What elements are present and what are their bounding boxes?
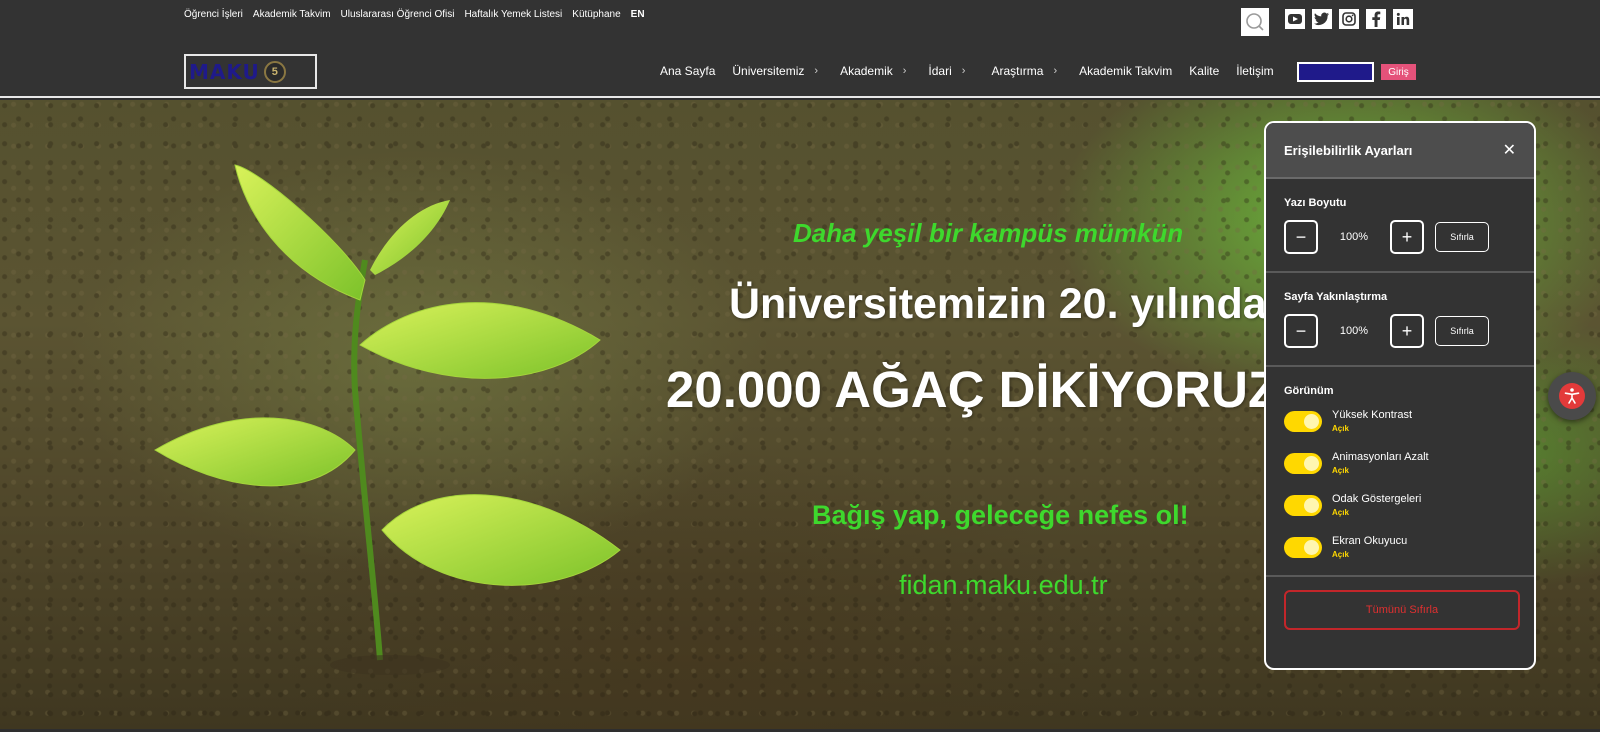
minus-icon: −	[1295, 320, 1307, 341]
instagram-icon[interactable]	[1339, 9, 1359, 29]
accessibility-panel: Erişilebilirlik Ayarları ✕ Yazı Boyutu −…	[1264, 121, 1536, 670]
nav-item-akademik[interactable]: Akademik ›	[840, 64, 906, 78]
accessibility-icon	[1564, 388, 1580, 404]
hero-subtitle: Üniversitemizin 20. yılında	[729, 280, 1267, 328]
top-link-international-office[interactable]: Uluslararası Öğrenci Ofisi	[341, 9, 455, 20]
accessibility-toggle-button[interactable]	[1548, 372, 1596, 420]
top-link-akademik-takvim[interactable]: Akademik Takvim	[253, 9, 331, 20]
panel-footer: Tümünü Sıfırla	[1266, 577, 1534, 643]
high-contrast-toggle[interactable]	[1284, 411, 1322, 432]
nav-item-arastirma[interactable]: Araştırma ›	[991, 64, 1057, 78]
site-logo[interactable]: MAKU 5	[184, 54, 317, 89]
chevron-right-icon: ›	[1053, 65, 1058, 77]
toggle-label: Yüksek Kontrast	[1332, 409, 1413, 421]
toggle-row-reduce-animations: Animasyonları Azalt Açık	[1284, 451, 1516, 475]
hero-title: 20.000 AĞAÇ DİKİYORUZ	[666, 361, 1280, 418]
zoom-increase-button[interactable]: +	[1390, 314, 1424, 348]
hero-url[interactable]: fidan.maku.edu.tr	[899, 570, 1108, 601]
chevron-right-icon: ›	[814, 65, 819, 77]
reduce-animations-toggle[interactable]	[1284, 453, 1322, 474]
twitter-icon[interactable]	[1312, 9, 1332, 29]
close-icon[interactable]: ✕	[1503, 140, 1516, 160]
zoom-decrease-button[interactable]: −	[1284, 314, 1318, 348]
logo-text: MAKU	[189, 59, 260, 84]
nav-item-idari[interactable]: İdari ›	[928, 64, 965, 78]
panel-header: Erişilebilirlik Ayarları ✕	[1266, 123, 1534, 179]
toggle-row-focus-indicators: Odak Göstergeleri Açık	[1284, 493, 1516, 517]
youtube-icon[interactable]	[1285, 9, 1305, 29]
toggle-label: Ekran Okuyucu	[1332, 535, 1408, 547]
toggle-row-screen-reader: Ekran Okuyucu Açık	[1284, 535, 1516, 559]
nav-item-kalite[interactable]: Kalite	[1189, 64, 1219, 78]
chevron-right-icon: ›	[961, 65, 966, 77]
toggle-state: Açık	[1332, 550, 1349, 559]
hero-tagline: Daha yeşil bir kampüs mümkün	[793, 218, 1184, 248]
top-link-ogrenci-isleri[interactable]: Öğrenci İşleri	[184, 9, 243, 20]
appearance-section: Görünüm Yüksek Kontrast Açık Animasyonlar…	[1266, 367, 1534, 577]
top-link-menu[interactable]: Haftalık Yemek Listesi	[464, 9, 562, 20]
font-size-label: Yazı Boyutu	[1284, 197, 1347, 209]
linkedin-icon[interactable]	[1393, 9, 1413, 29]
chevron-right-icon: ›	[902, 65, 907, 77]
font-size-value: 100%	[1339, 231, 1369, 243]
zoom-reset-button[interactable]: Sıfırla	[1435, 316, 1489, 346]
site-header: Öğrenci İşleri Akademik Takvim Uluslarar…	[0, 0, 1600, 98]
seedling-illustration	[154, 164, 621, 675]
font-size-section: Yazı Boyutu − 100% + Sıfırla	[1266, 179, 1534, 273]
hero-call-to-action: Bağış yap, geleceğe nefes ol!	[812, 500, 1189, 530]
language-switch-en[interactable]: EN	[631, 9, 645, 20]
top-links: Öğrenci İşleri Akademik Takvim Uluslarar…	[184, 9, 645, 20]
font-size-increase-button[interactable]: +	[1390, 220, 1424, 254]
font-size-reset-button[interactable]: Sıfırla	[1435, 222, 1489, 252]
appearance-label: Görünüm	[1284, 385, 1334, 397]
toggle-label: Odak Göstergeleri	[1332, 493, 1422, 505]
focus-indicators-toggle[interactable]	[1284, 495, 1322, 516]
toggle-state: Açık	[1332, 508, 1349, 517]
zoom-value: 100%	[1339, 325, 1369, 337]
nav-item-universitemiz[interactable]: Üniversitemiz ›	[732, 64, 818, 78]
nav-item-ana-sayfa[interactable]: Ana Sayfa	[660, 64, 715, 78]
toggle-state: Açık	[1332, 424, 1349, 433]
screen-reader-toggle[interactable]	[1284, 537, 1322, 558]
plus-icon: +	[1401, 226, 1413, 247]
zoom-section: Sayfa Yakınlaştırma − 100% + Sıfırla	[1266, 273, 1534, 367]
nav-highlight-box[interactable]	[1297, 62, 1374, 82]
toggle-row-high-contrast: Yüksek Kontrast Açık	[1284, 409, 1516, 433]
anniversary-badge: 5	[263, 60, 286, 83]
search-icon	[1246, 13, 1264, 31]
font-size-decrease-button[interactable]: −	[1284, 220, 1318, 254]
panel-title: Erişilebilirlik Ayarları	[1284, 142, 1413, 158]
facebook-icon[interactable]	[1366, 9, 1386, 29]
zoom-label: Sayfa Yakınlaştırma	[1284, 291, 1388, 303]
login-button[interactable]: Giriş	[1381, 64, 1416, 80]
search-button[interactable]	[1241, 8, 1269, 36]
toggle-label: Animasyonları Azalt	[1332, 451, 1429, 463]
nav-item-akademik-takvim[interactable]: Akademik Takvim	[1079, 64, 1172, 78]
top-link-library[interactable]: Kütüphane	[572, 9, 620, 20]
reset-all-button[interactable]: Tümünü Sıfırla	[1284, 590, 1520, 630]
plus-icon: +	[1401, 320, 1413, 341]
minus-icon: −	[1295, 226, 1307, 247]
toggle-state: Açık	[1332, 466, 1349, 475]
social-links	[1285, 9, 1413, 29]
nav-item-iletisim[interactable]: İletişim	[1236, 64, 1273, 78]
main-nav: Ana Sayfa Üniversitemiz › Akademik › İdari…	[660, 64, 1274, 78]
